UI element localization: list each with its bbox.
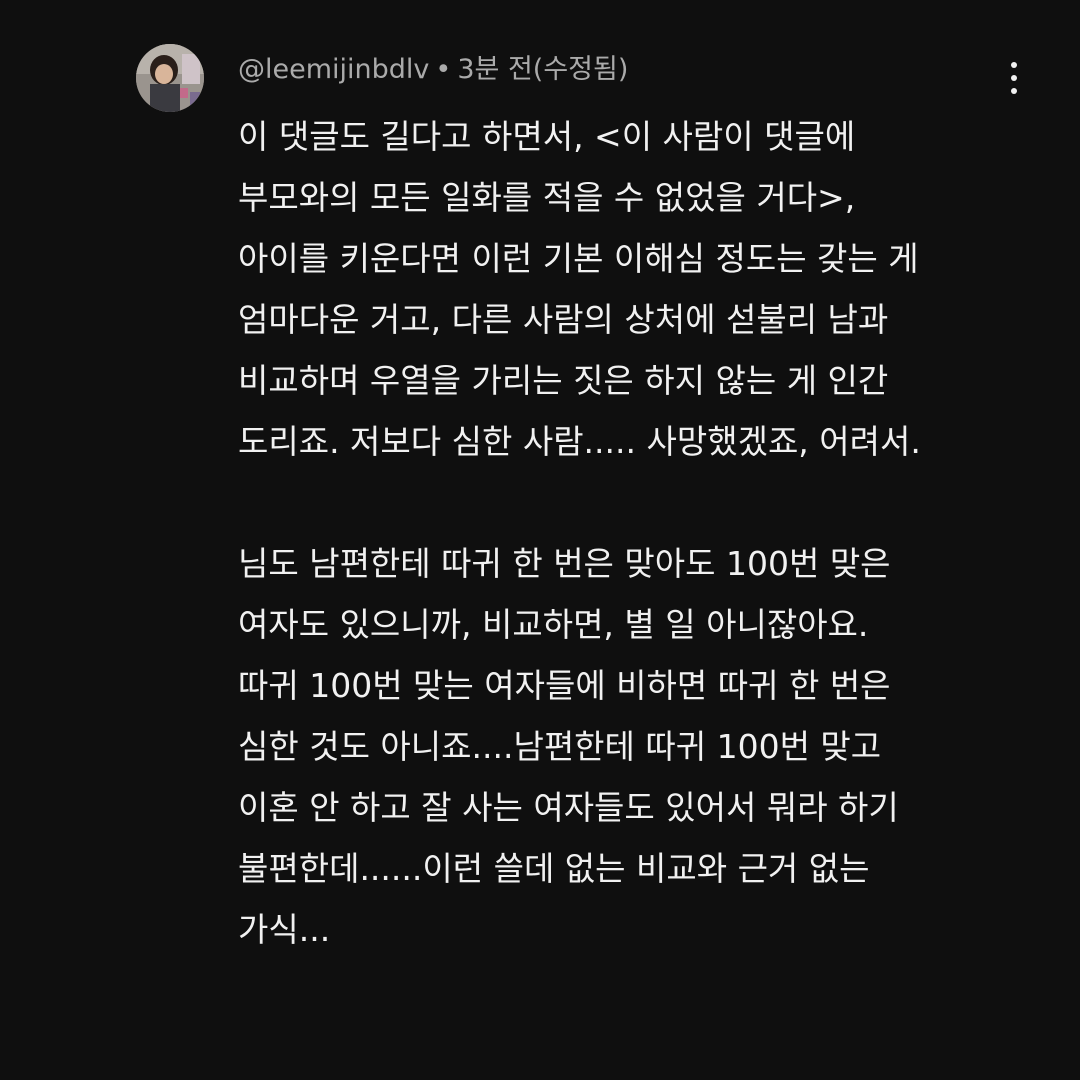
profile-photo-icon bbox=[136, 44, 204, 112]
menu-dot bbox=[1011, 88, 1017, 94]
menu-dot bbox=[1011, 62, 1017, 68]
comment-paragraph: 님도 남편한테 따귀 한 번은 맞아도 100번 맞은 여자도 있으니까, 비교… bbox=[238, 533, 1038, 960]
menu-dot bbox=[1011, 75, 1017, 81]
comment-line: 님도 남편한테 따귀 한 번은 맞아도 100번 맞은 bbox=[238, 544, 891, 583]
comment-line: 불편한데......이런 쓸데 없는 비교와 근거 없는 bbox=[238, 849, 870, 888]
comment-line: 부모와의 모든 일화를 적을 수 없었을 거다>, bbox=[238, 178, 856, 217]
comment-thread-item: @leemijinbdlv • 3분 전(수정됨) 이 댓글도 길다고 하면서, <… bbox=[0, 0, 1080, 1080]
comment-line: 도리죠. 저보다 심한 사람..... 사망했겠죠, 어려서. bbox=[238, 422, 921, 461]
author-name[interactable]: @leemijinbdlv bbox=[238, 54, 429, 85]
comment-line: 이혼 안 하고 잘 사는 여자들도 있어서 뭐라 하기 bbox=[238, 788, 899, 827]
comment-line: 여자도 있으니까, 비교하면, 별 일 아니잖아요. bbox=[238, 605, 869, 644]
comment-timestamp[interactable]: 3분 전(수정됨) bbox=[457, 54, 628, 85]
separator-dot: • bbox=[435, 54, 452, 85]
avatar[interactable] bbox=[136, 44, 204, 112]
more-vert-icon[interactable] bbox=[994, 54, 1034, 102]
comment-line: 아이를 키운다면 이런 기본 이해심 정도는 갖는 게 bbox=[238, 239, 919, 278]
comment-line: 이 댓글도 길다고 하면서, <이 사람이 댓글에 bbox=[238, 117, 856, 156]
comment-body: 이 댓글도 길다고 하면서, <이 사람이 댓글에 부모와의 모든 일화를 적을… bbox=[238, 106, 1038, 960]
comment-line: 가식... bbox=[238, 910, 331, 949]
comment-paragraph: 이 댓글도 길다고 하면서, <이 사람이 댓글에 부모와의 모든 일화를 적을… bbox=[238, 106, 1038, 472]
comment-line: 비교하며 우열을 가리는 짓은 하지 않는 게 인간 bbox=[238, 361, 889, 400]
comment-header: @leemijinbdlv • 3분 전(수정됨) bbox=[238, 50, 628, 90]
comment-line: 따귀 100번 맞는 여자들에 비하면 따귀 한 번은 bbox=[238, 666, 891, 705]
comment-line: 심한 것도 아니죠....남편한테 따귀 100번 맞고 bbox=[238, 727, 882, 766]
comment-line: 엄마다운 거고, 다른 사람의 상처에 섣불리 남과 bbox=[238, 300, 889, 339]
